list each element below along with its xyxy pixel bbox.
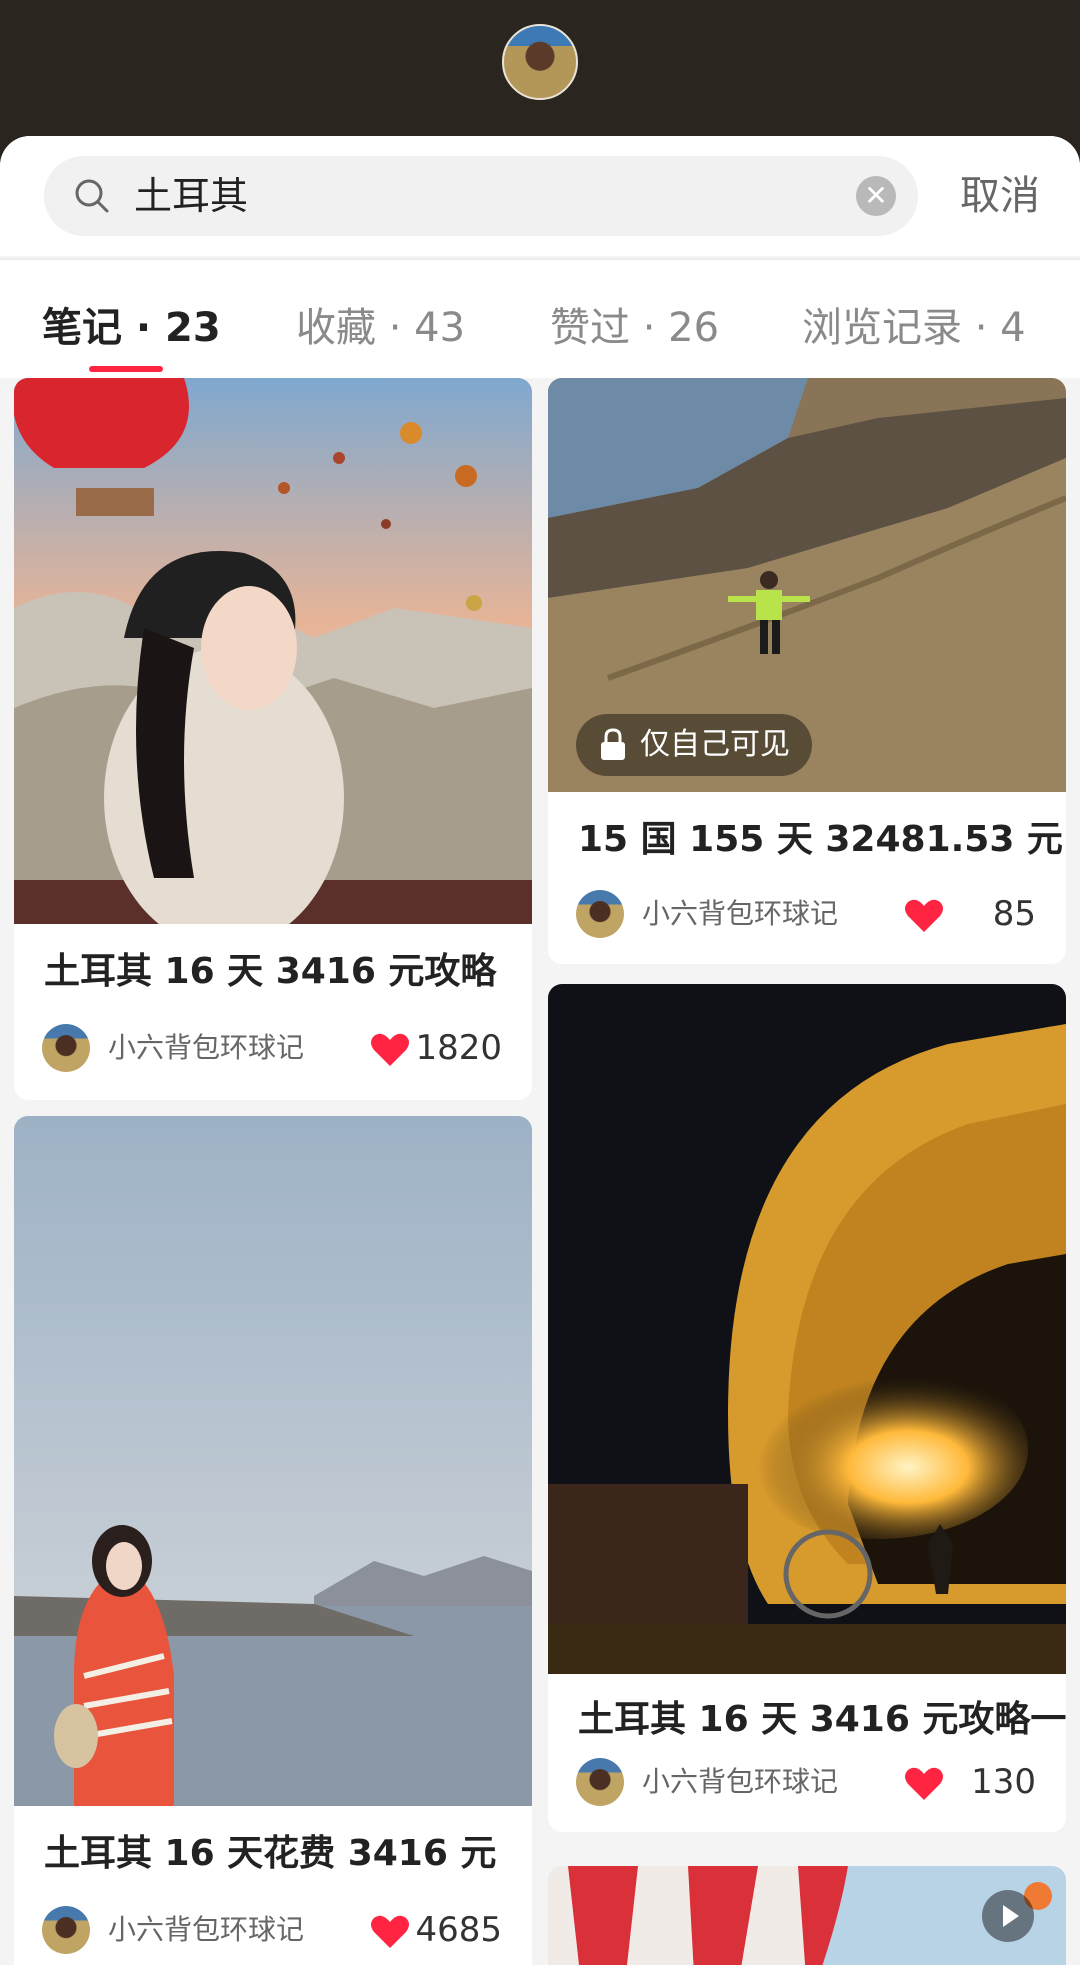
author-name[interactable]: 小六背包环球记	[642, 1762, 838, 1802]
private-badge: 仅自己可见	[576, 714, 812, 776]
note-title: 15 国 155 天 32481.53 元	[578, 819, 1063, 860]
search-icon	[75, 179, 109, 213]
note-card[interactable]: 土耳其 16 天花费 3416 元 小六背包环球记 4685	[14, 1116, 532, 1965]
note-title: 土耳其 16 天 3416 元攻略一	[578, 1699, 1066, 1740]
author-avatar[interactable]	[42, 1906, 90, 1954]
search-sheet: 土耳其 ✕ 取消 笔记 · 23 收藏 · 43 赞过 · 26 浏览记录 · …	[0, 136, 1080, 1965]
note-cover-image	[548, 1866, 1066, 1965]
search-query: 土耳其	[134, 174, 249, 218]
author-row: 小六背包环球记 85	[576, 890, 1036, 938]
note-card[interactable]	[548, 1866, 1066, 1965]
search-bar-area: 土耳其 ✕ 取消	[0, 136, 1080, 256]
note-title: 土耳其 16 天花费 3416 元	[44, 1833, 497, 1874]
author-row: 小六背包环球记 1820	[42, 1024, 502, 1072]
clear-icon[interactable]: ✕	[856, 176, 896, 216]
author-name[interactable]: 小六背包环球记	[642, 894, 838, 934]
profile-avatar[interactable]	[502, 24, 578, 100]
author-row: 小六背包环球记 4685	[42, 1906, 502, 1954]
author-row: 小六背包环球记 130	[576, 1758, 1036, 1806]
tab-bar: 笔记 · 23 收藏 · 43 赞过 · 26 浏览记录 · 4	[0, 260, 1080, 378]
like-count: 85	[992, 894, 1036, 934]
note-card[interactable]: 土耳其 16 天 3416 元攻略 小六背包环球记 1820	[14, 378, 532, 1100]
active-tab-indicator	[89, 366, 163, 372]
tab-history[interactable]: 浏览记录 · 4	[802, 304, 1026, 352]
play-icon[interactable]	[982, 1890, 1034, 1942]
note-card[interactable]: 土耳其 16 天 3416 元攻略一 小六背包环球记 130	[548, 984, 1066, 1832]
author-name[interactable]: 小六背包环球记	[108, 1910, 304, 1950]
note-card[interactable]: 仅自己可见 15 国 155 天 32481.53 元 小六背包环球记 85	[548, 378, 1066, 964]
note-cover-image: 仅自己可见	[548, 378, 1066, 792]
note-cover-image	[14, 378, 532, 924]
author-avatar[interactable]	[576, 1758, 624, 1806]
heart-icon	[905, 899, 943, 932]
tab-favorites[interactable]: 收藏 · 43	[296, 304, 465, 352]
tab-liked[interactable]: 赞过 · 26	[550, 304, 719, 352]
like-count: 130	[971, 1762, 1036, 1802]
tab-notes[interactable]: 笔记 · 23	[42, 304, 221, 352]
like-count: 1820	[415, 1028, 502, 1068]
author-name[interactable]: 小六背包环球记	[108, 1028, 304, 1068]
heart-icon	[371, 1915, 409, 1948]
search-input[interactable]: 土耳其 ✕	[44, 156, 918, 236]
note-cover-image	[14, 1116, 532, 1806]
author-avatar[interactable]	[576, 890, 624, 938]
cancel-button[interactable]: 取消	[960, 172, 1040, 220]
heart-icon	[371, 1033, 409, 1066]
note-cover-image	[548, 984, 1066, 1674]
lock-icon	[601, 728, 625, 760]
private-badge-label: 仅自己可见	[640, 727, 790, 762]
like-count: 4685	[415, 1910, 502, 1950]
heart-icon	[905, 1767, 943, 1800]
note-title: 土耳其 16 天 3416 元攻略	[44, 951, 497, 992]
author-avatar[interactable]	[42, 1024, 90, 1072]
